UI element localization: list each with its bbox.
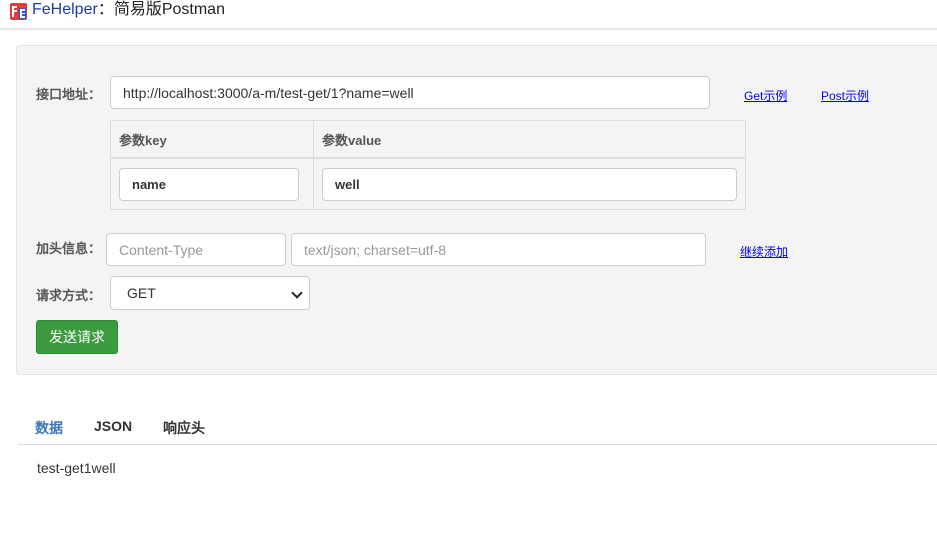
- param-key-input[interactable]: [119, 167, 299, 201]
- app-name: FeHelper: [32, 1, 98, 18]
- params-table: 参数key 参数value: [110, 120, 746, 210]
- get-example-link[interactable]: Get示例: [744, 87, 787, 104]
- method-selected-value: GET: [127, 285, 156, 301]
- title-separator: ：: [97, 1, 114, 18]
- app-subtitle: 简易版Postman: [113, 1, 225, 18]
- param-value-header: 参数value: [313, 120, 746, 159]
- url-label: 接口地址：: [36, 87, 102, 102]
- param-value-input[interactable]: [322, 167, 737, 201]
- tab-response-headers[interactable]: 响应头: [163, 418, 205, 438]
- send-request-button[interactable]: 发送请求: [36, 320, 118, 354]
- header-key-input[interactable]: [106, 233, 286, 266]
- params-header-row: 参数key 参数value: [110, 120, 746, 159]
- chevron-down-icon: [291, 287, 303, 299]
- tab-json[interactable]: JSON: [94, 418, 132, 434]
- header-info-label: 加头信息：: [36, 241, 102, 256]
- method-select[interactable]: GET: [110, 276, 310, 310]
- method-label: 请求方式：: [36, 288, 102, 303]
- param-key-cell: [110, 157, 314, 210]
- param-key-header: 参数key: [110, 120, 314, 159]
- tab-data[interactable]: 数据: [35, 418, 63, 438]
- title-bar: FeHelper：简易版Postman: [0, 0, 937, 30]
- response-body: test-get1well: [37, 460, 116, 476]
- app-title: FeHelper：简易版Postman: [32, 0, 225, 20]
- response-tabs: 数据 JSON 响应头: [18, 412, 937, 445]
- fehelper-logo-icon: [10, 3, 27, 20]
- table-row: [110, 157, 746, 210]
- post-example-link[interactable]: Post示例: [821, 87, 869, 104]
- add-more-link[interactable]: 继续添加: [740, 243, 788, 260]
- url-input[interactable]: [110, 76, 710, 109]
- param-value-cell: [313, 157, 746, 210]
- header-value-input[interactable]: [291, 233, 706, 266]
